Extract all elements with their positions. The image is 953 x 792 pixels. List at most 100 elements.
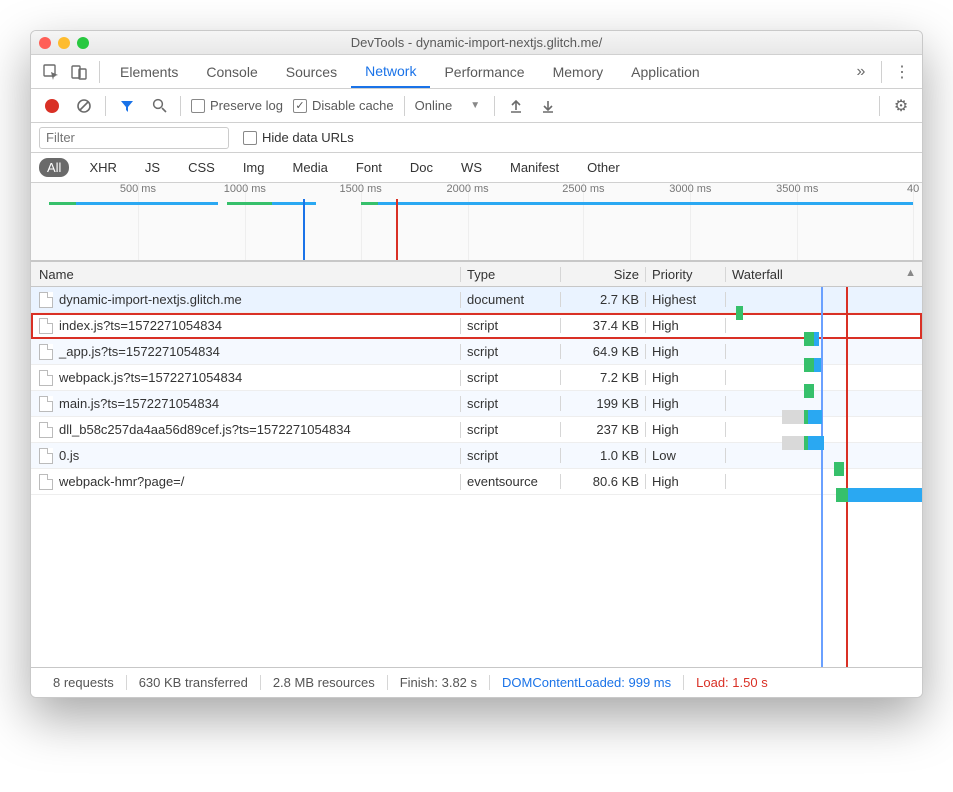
sort-asc-icon: ▲ (905, 267, 916, 279)
requests-table: dynamic-import-nextjs.glitch.medocument2… (31, 287, 922, 667)
request-row[interactable]: dynamic-import-nextjs.glitch.medocument2… (31, 287, 922, 313)
request-name: main.js?ts=1572271054834 (59, 396, 219, 411)
type-filter-other[interactable]: Other (579, 158, 628, 177)
type-filter-ws[interactable]: WS (453, 158, 490, 177)
timeline-tick: 2500 ms (562, 183, 604, 195)
request-row[interactable]: webpack.js?ts=1572271054834script7.2 KBH… (31, 365, 922, 391)
timeline-tick: 1500 ms (340, 183, 382, 195)
panel-tab-application[interactable]: Application (617, 55, 714, 88)
resource-type-filter: All XHR JS CSS Img Media Font Doc WS Manifest Othe… (31, 153, 922, 183)
request-size: 37.4 KB (561, 318, 646, 333)
timeline-tick: 500 ms (120, 183, 156, 195)
request-size: 199 KB (561, 396, 646, 411)
export-har-icon[interactable] (537, 95, 559, 117)
request-type: script (461, 344, 561, 359)
column-header-name[interactable]: Name (31, 267, 461, 282)
request-type: document (461, 292, 561, 307)
timeline-overview[interactable]: 500 ms 1000 ms 1500 ms 2000 ms 2500 ms 3000 m… (31, 183, 922, 261)
request-size: 80.6 KB (561, 474, 646, 489)
file-icon (39, 344, 53, 360)
preserve-log-toggle[interactable]: Preserve log (191, 98, 283, 113)
type-filter-js[interactable]: JS (137, 158, 168, 177)
throttling-select[interactable]: Online ▼ (415, 98, 484, 113)
status-load: Load: 1.50 s (684, 675, 780, 690)
status-requests: 8 requests (41, 675, 127, 690)
settings-gear-icon[interactable]: ⚙ (890, 95, 912, 117)
panel-tab-memory[interactable]: Memory (539, 55, 618, 88)
tabs-overflow-button[interactable]: » (847, 58, 875, 86)
request-type: script (461, 370, 561, 385)
window-minimize-button[interactable] (58, 37, 70, 49)
filter-input[interactable] (39, 127, 229, 149)
inspect-element-icon[interactable] (37, 58, 65, 86)
panel-tab-performance[interactable]: Performance (430, 55, 538, 88)
hide-data-urls-toggle[interactable]: Hide data URLs (243, 130, 354, 145)
panel-tab-console[interactable]: Console (192, 55, 271, 88)
filter-toggle-icon[interactable] (116, 95, 138, 117)
file-icon (39, 474, 53, 490)
timeline-tick: 2000 ms (446, 183, 488, 195)
request-priority: Low (646, 448, 726, 463)
type-filter-all[interactable]: All (39, 158, 69, 177)
request-type: eventsource (461, 474, 561, 489)
main-menu-button[interactable]: ⋮ (888, 58, 916, 86)
status-resources: 2.8 MB resources (261, 675, 388, 690)
column-header-priority[interactable]: Priority (646, 267, 726, 282)
timeline-tick: 1000 ms (224, 183, 266, 195)
request-size: 1.0 KB (561, 448, 646, 463)
import-har-icon[interactable] (505, 95, 527, 117)
panel-tab-sources[interactable]: Sources (272, 55, 351, 88)
request-type: script (461, 318, 561, 333)
disable-cache-toggle[interactable]: Disable cache (293, 98, 394, 113)
column-header-type[interactable]: Type (461, 267, 561, 282)
preserve-log-label: Preserve log (210, 98, 283, 113)
request-name: index.js?ts=1572271054834 (59, 318, 222, 333)
timeline-tick: 3000 ms (669, 183, 711, 195)
status-finish: Finish: 3.82 s (388, 675, 490, 690)
status-bar: 8 requests 630 KB transferred 2.8 MB res… (31, 667, 922, 697)
window-close-button[interactable] (39, 37, 51, 49)
status-domcontentloaded: DOMContentLoaded: 999 ms (490, 675, 684, 690)
request-priority: High (646, 344, 726, 359)
traffic-lights (39, 37, 89, 49)
column-header-waterfall[interactable]: Waterfall▲ (726, 267, 922, 282)
file-icon (39, 292, 53, 308)
request-type: script (461, 422, 561, 437)
requests-header-row: Name Type Size Priority Waterfall▲ (31, 261, 922, 287)
request-priority: High (646, 370, 726, 385)
panel-tab-elements[interactable]: Elements (106, 55, 192, 88)
type-filter-css[interactable]: CSS (180, 158, 223, 177)
network-toolbar: Preserve log Disable cache Online ▼ ⚙ (31, 89, 922, 123)
request-row[interactable]: _app.js?ts=1572271054834script64.9 KBHig… (31, 339, 922, 365)
request-row[interactable]: main.js?ts=1572271054834script199 KBHigh (31, 391, 922, 417)
search-button[interactable] (148, 95, 170, 117)
type-filter-doc[interactable]: Doc (402, 158, 441, 177)
record-button[interactable] (41, 95, 63, 117)
filter-bar: Hide data URLs (31, 123, 922, 153)
window-zoom-button[interactable] (77, 37, 89, 49)
request-name: dynamic-import-nextjs.glitch.me (59, 292, 242, 307)
request-name: dll_b58c257da4aa56d89cef.js?ts=157227105… (59, 422, 351, 437)
type-filter-media[interactable]: Media (284, 158, 335, 177)
device-toolbar-icon[interactable] (65, 58, 93, 86)
file-icon (39, 318, 53, 334)
request-row[interactable]: webpack-hmr?page=/eventsource80.6 KBHigh (31, 469, 922, 495)
timeline-tick: 40 (907, 183, 919, 195)
clear-button[interactable] (73, 95, 95, 117)
column-header-size[interactable]: Size (561, 267, 646, 282)
timeline-tick: 3500 ms (776, 183, 818, 195)
request-priority: High (646, 474, 726, 489)
request-row[interactable]: index.js?ts=1572271054834 script37.4 KBHi… (31, 313, 922, 339)
panel-tabbar: ElementsConsoleSourcesNetworkPerformance… (31, 55, 922, 89)
panel-tab-network[interactable]: Network (351, 55, 430, 88)
type-filter-xhr[interactable]: XHR (81, 158, 124, 177)
request-type: script (461, 396, 561, 411)
type-filter-font[interactable]: Font (348, 158, 390, 177)
request-size: 64.9 KB (561, 344, 646, 359)
type-filter-manifest[interactable]: Manifest (502, 158, 567, 177)
request-priority: High (646, 318, 726, 333)
request-name: 0.js (59, 448, 79, 463)
throttling-value: Online (415, 98, 453, 113)
type-filter-img[interactable]: Img (235, 158, 273, 177)
hide-data-urls-label: Hide data URLs (262, 130, 354, 145)
